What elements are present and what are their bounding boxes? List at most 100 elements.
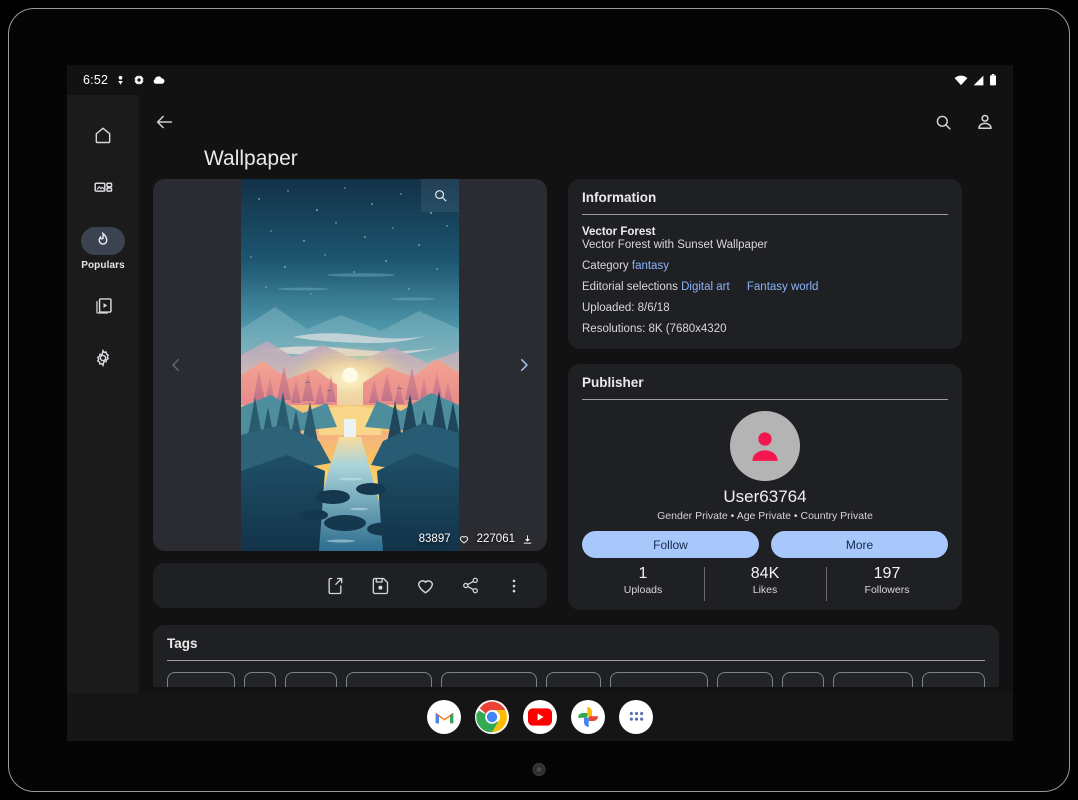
tags-panel: Tags bbox=[153, 625, 999, 687]
heart-icon bbox=[459, 536, 468, 544]
tag-chip[interactable] bbox=[781, 672, 824, 687]
editorial-link-digital-art[interactable]: Digital art bbox=[681, 281, 730, 293]
publisher-panel: Publisher User63764 Gender Private • Age… bbox=[568, 364, 962, 610]
stat-uploads-label: Uploads bbox=[623, 584, 663, 596]
tag-chip[interactable] bbox=[284, 672, 338, 687]
sidebar-item-slideshow[interactable] bbox=[67, 291, 139, 324]
stat-followers-value: 197 bbox=[873, 565, 901, 582]
tag-chip[interactable] bbox=[832, 672, 914, 687]
follow-button[interactable]: Follow bbox=[582, 531, 759, 558]
chevron-right-icon bbox=[521, 359, 528, 371]
tag-chip[interactable] bbox=[716, 672, 773, 687]
youtube-icon bbox=[528, 708, 552, 726]
divider bbox=[582, 214, 948, 215]
taskbar-app-drawer[interactable] bbox=[619, 700, 653, 734]
sidebar-item-categories[interactable] bbox=[67, 174, 139, 207]
stat-uploads[interactable]: 1 Uploads bbox=[582, 565, 704, 596]
status-time: 6:52 bbox=[83, 73, 109, 87]
account-icon bbox=[978, 114, 992, 129]
information-panel: Information Vector Forest Vector Forest … bbox=[568, 179, 962, 349]
left-column: 83897 227061 bbox=[153, 179, 547, 610]
person-avatar-icon bbox=[752, 432, 778, 461]
publisher-username: User63764 bbox=[723, 487, 807, 506]
tag-chip[interactable] bbox=[167, 672, 236, 687]
taskbar-app-photos[interactable] bbox=[571, 700, 605, 734]
resolutions-row: Resolutions: 8K (7680x4320 bbox=[582, 323, 727, 335]
tag-chip[interactable] bbox=[244, 672, 276, 687]
sidebar-item-home[interactable] bbox=[67, 121, 139, 154]
divider bbox=[167, 660, 985, 661]
wifi-icon bbox=[954, 75, 968, 85]
divider bbox=[582, 399, 948, 400]
settings-sync-status-icon bbox=[133, 74, 145, 86]
wallpaper-description: Vector Forest with Sunset Wallpaper bbox=[582, 239, 768, 251]
navigation-rail: Populars bbox=[67, 95, 139, 741]
taskbar-app-gmail[interactable] bbox=[427, 700, 461, 734]
tag-chip[interactable] bbox=[609, 672, 708, 687]
status-bar-right bbox=[954, 74, 997, 86]
app-drawer-icon bbox=[629, 711, 643, 721]
back-button[interactable] bbox=[153, 111, 175, 133]
tag-chip[interactable] bbox=[346, 672, 432, 687]
search-zoom-icon bbox=[434, 190, 446, 202]
wallpaper-image[interactable] bbox=[241, 179, 459, 551]
uploaded-row: Uploaded: 8/6/18 bbox=[582, 302, 670, 314]
set-as-wallpaper-icon bbox=[328, 577, 343, 594]
fire-icon bbox=[98, 231, 108, 245]
heart-icon bbox=[417, 580, 434, 594]
sidebar-item-settings[interactable] bbox=[67, 344, 139, 377]
more-options-button[interactable] bbox=[505, 577, 523, 595]
publisher-privacy: Gender Private • Age Private • Country P… bbox=[657, 510, 873, 522]
stat-uploads-value: 1 bbox=[638, 565, 648, 582]
publisher-title: Publisher bbox=[582, 375, 644, 390]
category-label: Category bbox=[582, 260, 629, 272]
image-stats: 83897 227061 bbox=[419, 533, 533, 545]
downloads-count: 83897 bbox=[418, 533, 451, 545]
chrome-icon bbox=[476, 701, 508, 733]
gmail-icon bbox=[435, 712, 453, 723]
search-icon bbox=[936, 115, 951, 130]
google-photos-icon bbox=[578, 707, 598, 727]
category-value-link[interactable]: fantasy bbox=[632, 260, 669, 272]
sidebar-item-populars[interactable]: Populars bbox=[67, 227, 139, 271]
download-icon bbox=[523, 534, 532, 544]
stat-followers[interactable]: 197 Followers bbox=[826, 565, 948, 601]
favorite-button[interactable] bbox=[415, 575, 436, 596]
more-vert-icon bbox=[512, 579, 516, 592]
more-button[interactable]: More bbox=[771, 531, 948, 558]
wallpaper-viewer: 83897 227061 bbox=[153, 179, 547, 551]
status-bar: 6:52 bbox=[67, 65, 1013, 95]
tag-chip[interactable] bbox=[545, 672, 601, 687]
stat-likes-label: Likes bbox=[752, 584, 778, 596]
search-button[interactable] bbox=[934, 113, 953, 132]
editorial-link-fantasy-world[interactable]: Fantasy world bbox=[747, 281, 819, 293]
save-button[interactable] bbox=[370, 576, 390, 596]
cloud-status-icon bbox=[153, 76, 165, 84]
share-button[interactable] bbox=[461, 576, 480, 595]
right-column: Information Vector Forest Vector Forest … bbox=[568, 179, 962, 610]
tags-row bbox=[167, 672, 985, 687]
stat-likes[interactable]: 84K Likes bbox=[704, 565, 826, 601]
set-as-wallpaper-button[interactable] bbox=[325, 576, 345, 596]
save-icon bbox=[372, 577, 389, 594]
publisher-buttons: Follow More bbox=[582, 531, 948, 558]
previous-wallpaper-button[interactable] bbox=[161, 350, 191, 380]
zoom-button[interactable] bbox=[421, 179, 459, 212]
stat-likes-value: 84K bbox=[750, 565, 780, 582]
tag-chip[interactable] bbox=[922, 672, 985, 687]
wallpaper-name: Vector Forest bbox=[582, 226, 656, 238]
screen: 6:52 Populars Wallpaper 83897 227061 Inf… bbox=[67, 65, 1013, 741]
download-status-icon bbox=[118, 75, 123, 85]
taskbar-app-youtube[interactable] bbox=[523, 700, 557, 734]
tag-chip[interactable] bbox=[440, 672, 537, 687]
next-wallpaper-button[interactable] bbox=[509, 350, 539, 380]
arrow-back-icon bbox=[156, 115, 173, 129]
account-button[interactable] bbox=[975, 112, 995, 132]
cellular-signal-icon bbox=[973, 75, 984, 85]
taskbar-app-chrome[interactable] bbox=[475, 700, 509, 734]
editorial-label: Editorial selections bbox=[582, 281, 678, 293]
content-area: 83897 227061 Information Vector Forest V… bbox=[139, 179, 1013, 741]
slideshow-icon bbox=[95, 297, 112, 314]
avatar[interactable] bbox=[730, 411, 800, 481]
home-icon bbox=[95, 127, 111, 144]
